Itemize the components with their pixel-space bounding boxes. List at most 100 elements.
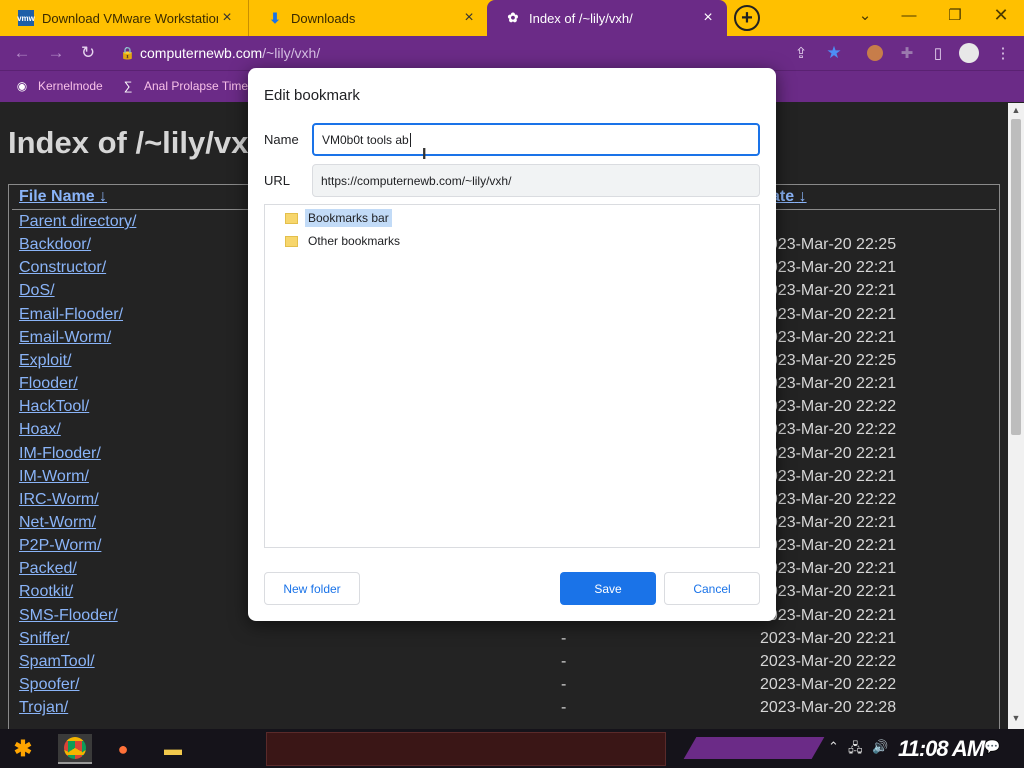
- table-row: Sniffer/ - 2023-Mar-20 22:21: [9, 630, 999, 653]
- bookmark-kernelmode[interactable]: ◉ Kernelmode: [14, 78, 103, 94]
- toolbar: ← → ↻ 🔒 computernewb.com/~lily/vxh/ ⇪ ★ …: [0, 36, 1024, 70]
- file-date: 2023-Mar-20 22:21: [760, 305, 897, 323]
- bookmark-anal-prolapse-time[interactable]: ∑ Anal Prolapse Time: [120, 78, 248, 94]
- tab-vmware[interactable]: vmw Download VMware Workstation ×: [0, 0, 246, 36]
- side-panel-icon[interactable]: ▯: [927, 42, 949, 64]
- column-header-name[interactable]: File Name ↓: [19, 188, 107, 206]
- volume-icon[interactable]: 🔊: [872, 739, 888, 755]
- file-link[interactable]: Flooder/: [19, 375, 78, 393]
- bookmark-label: Kernelmode: [38, 79, 103, 93]
- restore-icon[interactable]: ❐: [932, 0, 978, 30]
- tab-title: Index of /~lily/vxh/: [529, 10, 633, 26]
- file-size: -: [561, 676, 567, 693]
- tab-downloads[interactable]: ⬇ Downloads ×: [248, 0, 488, 36]
- bookmark-name-input[interactable]: VM0b0t tools ab: [312, 123, 760, 156]
- chrome-taskbar-icon[interactable]: [58, 734, 92, 764]
- bookmark-label: Anal Prolapse Time: [144, 79, 249, 93]
- url-host: computernewb.com: [140, 45, 263, 61]
- file-link[interactable]: IM-Flooder/: [19, 445, 101, 463]
- folder-other-bookmarks[interactable]: Other bookmarks: [285, 232, 403, 250]
- tray-chevron-icon[interactable]: ⌃: [828, 739, 839, 755]
- page-heading: Index of /~lily/vxh/: [8, 125, 276, 160]
- profile-icon[interactable]: [958, 42, 980, 64]
- close-tab-icon[interactable]: ×: [460, 9, 478, 27]
- file-link[interactable]: IRC-Worm/: [19, 491, 99, 509]
- extension-avatar-icon[interactable]: [864, 42, 886, 64]
- file-link[interactable]: Parent directory/: [19, 213, 136, 231]
- cancel-button[interactable]: Cancel: [664, 572, 760, 605]
- file-link[interactable]: Packed/: [19, 560, 77, 578]
- scrollbar-thumb[interactable]: [1011, 119, 1021, 435]
- tab-strip: vmw Download VMware Workstation × ⬇ Down…: [0, 0, 1024, 36]
- file-link[interactable]: SMS-Flooder/: [19, 607, 118, 625]
- close-tab-icon[interactable]: ×: [218, 9, 236, 27]
- file-link[interactable]: Trojan/: [19, 699, 68, 717]
- forward-icon[interactable]: →: [44, 41, 68, 65]
- file-link[interactable]: SpamTool/: [19, 653, 95, 671]
- file-link[interactable]: Rootkit/: [19, 583, 73, 601]
- menu-icon[interactable]: ⋮: [992, 42, 1014, 64]
- file-link[interactable]: Hoax/: [19, 421, 61, 439]
- file-link[interactable]: Net-Worm/: [19, 514, 96, 532]
- file-link[interactable]: Email-Worm/: [19, 329, 111, 347]
- firefox-taskbar-icon[interactable]: ●: [106, 734, 140, 764]
- tab-search-icon[interactable]: ⌄: [842, 0, 888, 30]
- chrome-icon: ◉: [16, 79, 28, 93]
- file-link[interactable]: Backdoor/: [19, 236, 91, 254]
- puzzle-icon: ✿: [507, 10, 519, 25]
- bookmark-url-input[interactable]: https://computernewb.com/~lily/vxh/: [312, 164, 760, 197]
- file-link[interactable]: HackTool/: [19, 398, 89, 416]
- new-tab-button[interactable]: +: [734, 5, 760, 31]
- file-link[interactable]: Spoofer/: [19, 676, 79, 694]
- bookmark-star-icon[interactable]: ★: [823, 42, 845, 64]
- tab-title: Downloads: [291, 10, 356, 26]
- file-link[interactable]: IM-Worm/: [19, 468, 89, 486]
- file-date: 2023-Mar-20 22:21: [760, 537, 897, 555]
- scroll-down-icon[interactable]: ▼: [1008, 713, 1024, 727]
- file-date: 2023-Mar-20 22:21: [760, 560, 897, 578]
- file-link[interactable]: Email-Flooder/: [19, 306, 123, 324]
- text-cursor-icon: I: [422, 146, 427, 163]
- address-bar[interactable]: 🔒 computernewb.com/~lily/vxh/: [112, 39, 852, 67]
- start-icon[interactable]: ✱: [8, 735, 38, 763]
- file-date: 2023-Mar-20 22:21: [760, 328, 897, 346]
- file-date: 2023-Mar-20 22:22: [760, 421, 897, 439]
- file-date: 2023-Mar-20 22:21: [760, 444, 897, 462]
- file-link[interactable]: Sniffer/: [19, 630, 69, 648]
- extensions-icon[interactable]: ✚: [896, 42, 918, 64]
- vmware-icon: vmw: [17, 10, 35, 26]
- file-link[interactable]: Constructor/: [19, 259, 106, 277]
- lock-icon[interactable]: 🔒: [120, 46, 140, 60]
- taskbar-decoration-accent: [683, 737, 825, 759]
- notifications-icon[interactable]: 💬: [984, 739, 1000, 755]
- scroll-up-icon[interactable]: ▲: [1008, 105, 1024, 119]
- file-date: 2023-Mar-20 22:22: [760, 398, 897, 416]
- taskbar: ✱ ● ▬ ⌃ 🖧 🔊 11:08 AM 💬: [0, 729, 1024, 768]
- share-icon[interactable]: ⇪: [790, 42, 812, 64]
- file-size: -: [561, 699, 567, 717]
- close-window-icon[interactable]: ✕: [978, 0, 1024, 30]
- reload-icon[interactable]: ↻: [76, 41, 100, 65]
- page-scrollbar[interactable]: ▲ ▼: [1008, 103, 1024, 729]
- tab-index-active[interactable]: ✿ Index of /~lily/vxh/ ×: [487, 0, 727, 36]
- save-button[interactable]: Save: [560, 572, 656, 605]
- network-icon[interactable]: 🖧: [848, 739, 863, 761]
- file-link[interactable]: P2P-Worm/: [19, 537, 101, 555]
- file-link[interactable]: DoS/: [19, 282, 55, 300]
- folder-tree[interactable]: Bookmarks bar Other bookmarks: [264, 204, 760, 548]
- folder-icon: [285, 235, 298, 247]
- new-folder-button[interactable]: New folder: [264, 572, 360, 605]
- file-link[interactable]: Exploit/: [19, 352, 71, 370]
- bracket-icon: ∑: [123, 79, 133, 93]
- folder-bookmarks-bar[interactable]: Bookmarks bar: [285, 209, 392, 227]
- taskbar-clock[interactable]: 11:08 AM: [898, 736, 985, 762]
- table-row: Spoofer/ - 2023-Mar-20 22:22: [9, 676, 999, 699]
- close-tab-icon[interactable]: ×: [699, 9, 717, 27]
- column-header-date[interactable]: ate ↓: [771, 188, 807, 206]
- file-size: -: [561, 629, 567, 647]
- file-explorer-icon[interactable]: ▬: [156, 734, 190, 764]
- tab-title: Download VMware Workstation: [42, 10, 218, 26]
- file-date: 2023-Mar-20 22:21: [760, 513, 897, 531]
- minimize-icon[interactable]: —: [886, 0, 932, 30]
- back-icon[interactable]: ←: [10, 41, 34, 65]
